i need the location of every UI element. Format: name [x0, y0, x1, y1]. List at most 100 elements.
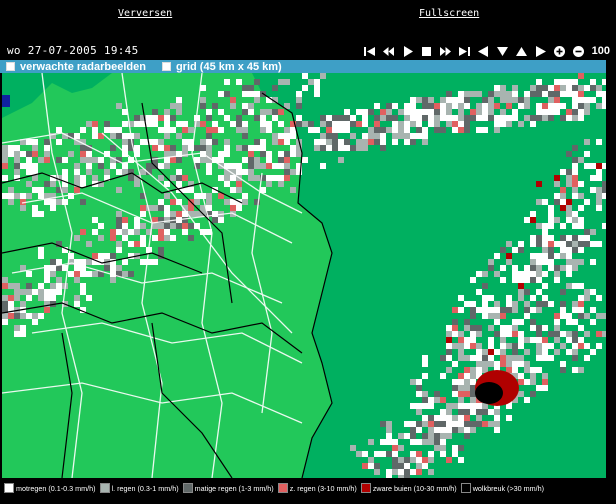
rain-cell: [416, 421, 422, 427]
rain-cell: [440, 439, 446, 445]
rain-cell: [470, 373, 476, 379]
rain-cell: [578, 103, 584, 109]
rain-cell: [536, 331, 542, 337]
rain-cell: [140, 235, 146, 241]
rain-cell: [230, 205, 236, 211]
rain-cell: [380, 145, 386, 151]
rain-cell: [410, 121, 416, 127]
rain-cell: [584, 199, 590, 205]
stop-icon[interactable]: [419, 43, 435, 59]
rain-cell: [446, 427, 452, 433]
rain-cell: [440, 397, 446, 403]
zoom-out-icon[interactable]: [571, 43, 587, 59]
rain-cell: [464, 379, 470, 385]
rain-cell: [590, 79, 596, 85]
zoom-in-icon[interactable]: [552, 43, 568, 59]
rain-cell: [452, 391, 458, 397]
rain-cell: [290, 187, 296, 193]
rain-cell: [218, 91, 224, 97]
rain-cell: [470, 307, 476, 313]
rain-cell: [254, 163, 260, 169]
pan-left-icon[interactable]: [476, 43, 492, 59]
rain-cell: [2, 193, 8, 199]
rain-cell: [566, 313, 572, 319]
rain-cell: [578, 259, 584, 265]
grid-checkbox[interactable]: [161, 62, 171, 71]
play-icon[interactable]: [400, 43, 416, 59]
forecast-toggle[interactable]: verwachte radarbeelden: [6, 61, 146, 73]
rain-cell: [446, 325, 452, 331]
rain-cell: [518, 289, 524, 295]
rain-cell: [560, 193, 566, 199]
rain-cell: [530, 307, 536, 313]
pan-up-icon[interactable]: [514, 43, 530, 59]
rain-cell: [506, 259, 512, 265]
rain-cell: [188, 223, 194, 229]
rain-cell: [440, 409, 446, 415]
rain-cell: [38, 187, 44, 193]
rain-cell: [596, 85, 602, 91]
rain-cell: [482, 307, 488, 313]
rain-cell: [116, 187, 122, 193]
forecast-checkbox[interactable]: [6, 62, 15, 71]
rain-cell: [548, 265, 554, 271]
rain-cell: [230, 187, 236, 193]
rain-cell: [80, 127, 86, 133]
pan-down-icon[interactable]: [495, 43, 511, 59]
rain-cell: [428, 103, 434, 109]
rewind-icon[interactable]: [381, 43, 397, 59]
rain-cell: [200, 145, 206, 151]
rain-cell: [248, 163, 254, 169]
rain-cell: [572, 265, 578, 271]
rain-cell: [506, 121, 512, 127]
rain-cell: [110, 127, 116, 133]
rain-cell: [254, 145, 260, 151]
rain-cell: [452, 451, 458, 457]
rain-cell: [110, 145, 116, 151]
rain-cell: [188, 127, 194, 133]
rain-cell: [86, 259, 92, 265]
rain-cell: [548, 259, 554, 265]
rain-cell: [392, 139, 398, 145]
rain-cell: [458, 457, 464, 463]
rain-cell: [416, 379, 422, 385]
rain-cell: [74, 277, 80, 283]
rain-cell: [380, 115, 386, 121]
rain-cell: [560, 187, 566, 193]
rain-cell: [500, 247, 506, 253]
rain-cell: [500, 337, 506, 343]
grid-toggle[interactable]: grid (45 km x 45 km): [161, 61, 282, 73]
rain-cell: [212, 103, 218, 109]
rain-cell: [560, 235, 566, 241]
fullscreen-link[interactable]: Fullscreen: [419, 8, 479, 19]
rain-cell: [506, 97, 512, 103]
refresh-link[interactable]: Verversen: [118, 8, 172, 19]
radar-map[interactable]: [2, 73, 606, 478]
rain-cell: [110, 265, 116, 271]
rain-cell: [494, 127, 500, 133]
pan-right-icon[interactable]: [533, 43, 549, 59]
rain-cell: [278, 79, 284, 85]
rain-cell: [134, 115, 140, 121]
rain-cell: [530, 235, 536, 241]
rain-cell: [446, 409, 452, 415]
rain-cell: [260, 145, 266, 151]
rain-cell: [422, 397, 428, 403]
rain-cell: [380, 127, 386, 133]
rain-cell: [74, 295, 80, 301]
rain-cell: [566, 109, 572, 115]
skip-forward-icon[interactable]: [457, 43, 473, 59]
rain-cell: [398, 469, 404, 475]
rain-cell: [494, 319, 500, 325]
rain-cell: [458, 307, 464, 313]
rain-cell: [518, 295, 524, 301]
rain-cell: [278, 109, 284, 115]
rain-cell: [164, 235, 170, 241]
skip-back-icon[interactable]: [362, 43, 378, 59]
rain-cell: [422, 373, 428, 379]
rain-cell: [500, 115, 506, 121]
rain-cell: [284, 157, 290, 163]
fast-forward-icon[interactable]: [438, 43, 454, 59]
rain-cell: [536, 385, 542, 391]
rain-cell: [464, 403, 470, 409]
